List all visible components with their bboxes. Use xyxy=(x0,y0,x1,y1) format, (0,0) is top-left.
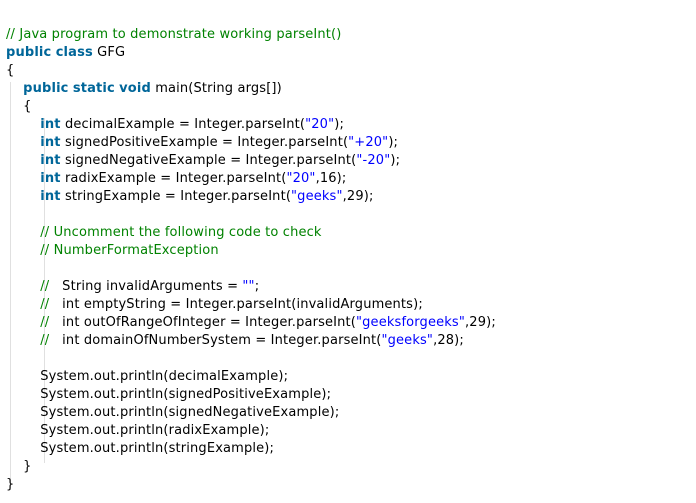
code-keyword: class xyxy=(55,45,93,60)
code-keyword: int xyxy=(40,135,61,150)
code-keyword: int xyxy=(40,189,61,204)
code-string: "geeks" xyxy=(291,189,343,204)
code-comment: // xyxy=(40,315,50,330)
code-comment: // Uncomment the following code to check xyxy=(40,225,322,240)
code-text: { xyxy=(6,63,15,78)
code-line: int signedPositiveExample = Integer.pars… xyxy=(6,134,496,152)
code-text: { xyxy=(6,99,32,114)
code-line: { xyxy=(6,98,496,116)
code-text: System.out.println(decimalExample); xyxy=(6,369,289,384)
code-text: ); xyxy=(388,135,399,150)
code-line: // Java program to demonstrate working p… xyxy=(6,26,496,44)
code-line: // String invalidArguments = ""; xyxy=(6,278,496,296)
code-line: // int domainOfNumberSystem = Integer.pa… xyxy=(6,332,496,350)
code-text: ,29); xyxy=(342,189,374,204)
code-line: // Uncomment the following code to check xyxy=(6,224,496,242)
code-text: ,29); xyxy=(464,315,496,330)
code-string: "-20" xyxy=(356,153,391,168)
code-text: System.out.println(signedPositiveExample… xyxy=(6,387,332,402)
code-line: System.out.println(decimalExample); xyxy=(6,368,496,386)
code-text: System.out.println(signedNegativeExample… xyxy=(6,405,340,420)
code-keyword: int xyxy=(40,117,61,132)
code-text: ,16); xyxy=(315,171,347,186)
code-line: // int outOfRangeOfInteger = Integer.par… xyxy=(6,314,496,332)
code-text: ,28); xyxy=(433,333,464,348)
code-text: ); xyxy=(390,153,401,168)
code-comment: // NumberFormatException xyxy=(40,243,219,258)
code-line: // int emptyString = Integer.parseInt(in… xyxy=(6,296,496,314)
code-comment: // xyxy=(40,297,50,312)
code-comment: // xyxy=(40,333,50,348)
code-string: "+20" xyxy=(348,135,389,150)
code-line: public class GFG xyxy=(6,44,496,62)
code-text: int domainOfNumberSystem = Integer.parse… xyxy=(49,333,382,348)
code-line: System.out.println(stringExample); xyxy=(6,440,496,458)
code-line: // NumberFormatException xyxy=(6,242,496,260)
code-text: signedPositiveExample = Integer.parseInt… xyxy=(60,135,349,150)
code-line: } xyxy=(6,458,496,476)
code-text: main(String args[]) xyxy=(150,81,282,96)
code-text: } xyxy=(6,477,15,492)
code-keyword: static xyxy=(72,81,115,96)
code-text: System.out.println(radixExample); xyxy=(6,423,270,438)
code-text: ; xyxy=(254,279,260,294)
code-string: "geeks" xyxy=(381,333,434,348)
code-line: int radixExample = Integer.parseInt("20"… xyxy=(6,170,496,188)
code-string: "20" xyxy=(305,117,335,132)
code-text: GFG xyxy=(92,45,126,60)
code-text: System.out.println(stringExample); xyxy=(6,441,275,456)
code-line: System.out.println(radixExample); xyxy=(6,422,496,440)
code-block: // Java program to demonstrate working p… xyxy=(0,0,696,503)
code-comment: // xyxy=(40,279,50,294)
code-keyword: public xyxy=(23,81,69,96)
code-string: "20" xyxy=(286,171,316,186)
code-string: "" xyxy=(242,279,255,294)
code-text: } xyxy=(6,459,32,474)
code-text: signedNegativeExample = Integer.parseInt… xyxy=(60,153,357,168)
code-line: int decimalExample = Integer.parseInt("2… xyxy=(6,116,496,134)
code-keyword: public xyxy=(6,45,52,60)
code-text: int outOfRangeOfInteger = Integer.parseI… xyxy=(49,315,357,330)
code-text: String invalidArguments = xyxy=(49,279,243,294)
code-text: radixExample = Integer.parseInt( xyxy=(60,171,287,186)
code-text: int emptyString = Integer.parseInt(inval… xyxy=(49,297,423,312)
code-line: System.out.println(signedNegativeExample… xyxy=(6,404,496,422)
code-text: decimalExample = Integer.parseInt( xyxy=(60,117,306,132)
code-line: } xyxy=(6,476,496,494)
code-text: stringExample = Integer.parseInt( xyxy=(60,189,292,204)
code-lines: // Java program to demonstrate working p… xyxy=(6,26,496,494)
code-string: "geeksforgeeks" xyxy=(356,315,465,330)
code-text: ); xyxy=(334,117,344,132)
code-line: System.out.println(signedPositiveExample… xyxy=(6,386,496,404)
code-keyword: int xyxy=(40,171,61,186)
code-line: { xyxy=(6,62,496,80)
code-line: public static void main(String args[]) xyxy=(6,80,496,98)
code-keyword: void xyxy=(119,81,151,96)
code-keyword: int xyxy=(40,153,61,168)
code-line: int signedNegativeExample = Integer.pars… xyxy=(6,152,496,170)
code-line: int stringExample = Integer.parseInt("ge… xyxy=(6,188,496,206)
code-comment: // Java program to demonstrate working p… xyxy=(6,27,342,42)
